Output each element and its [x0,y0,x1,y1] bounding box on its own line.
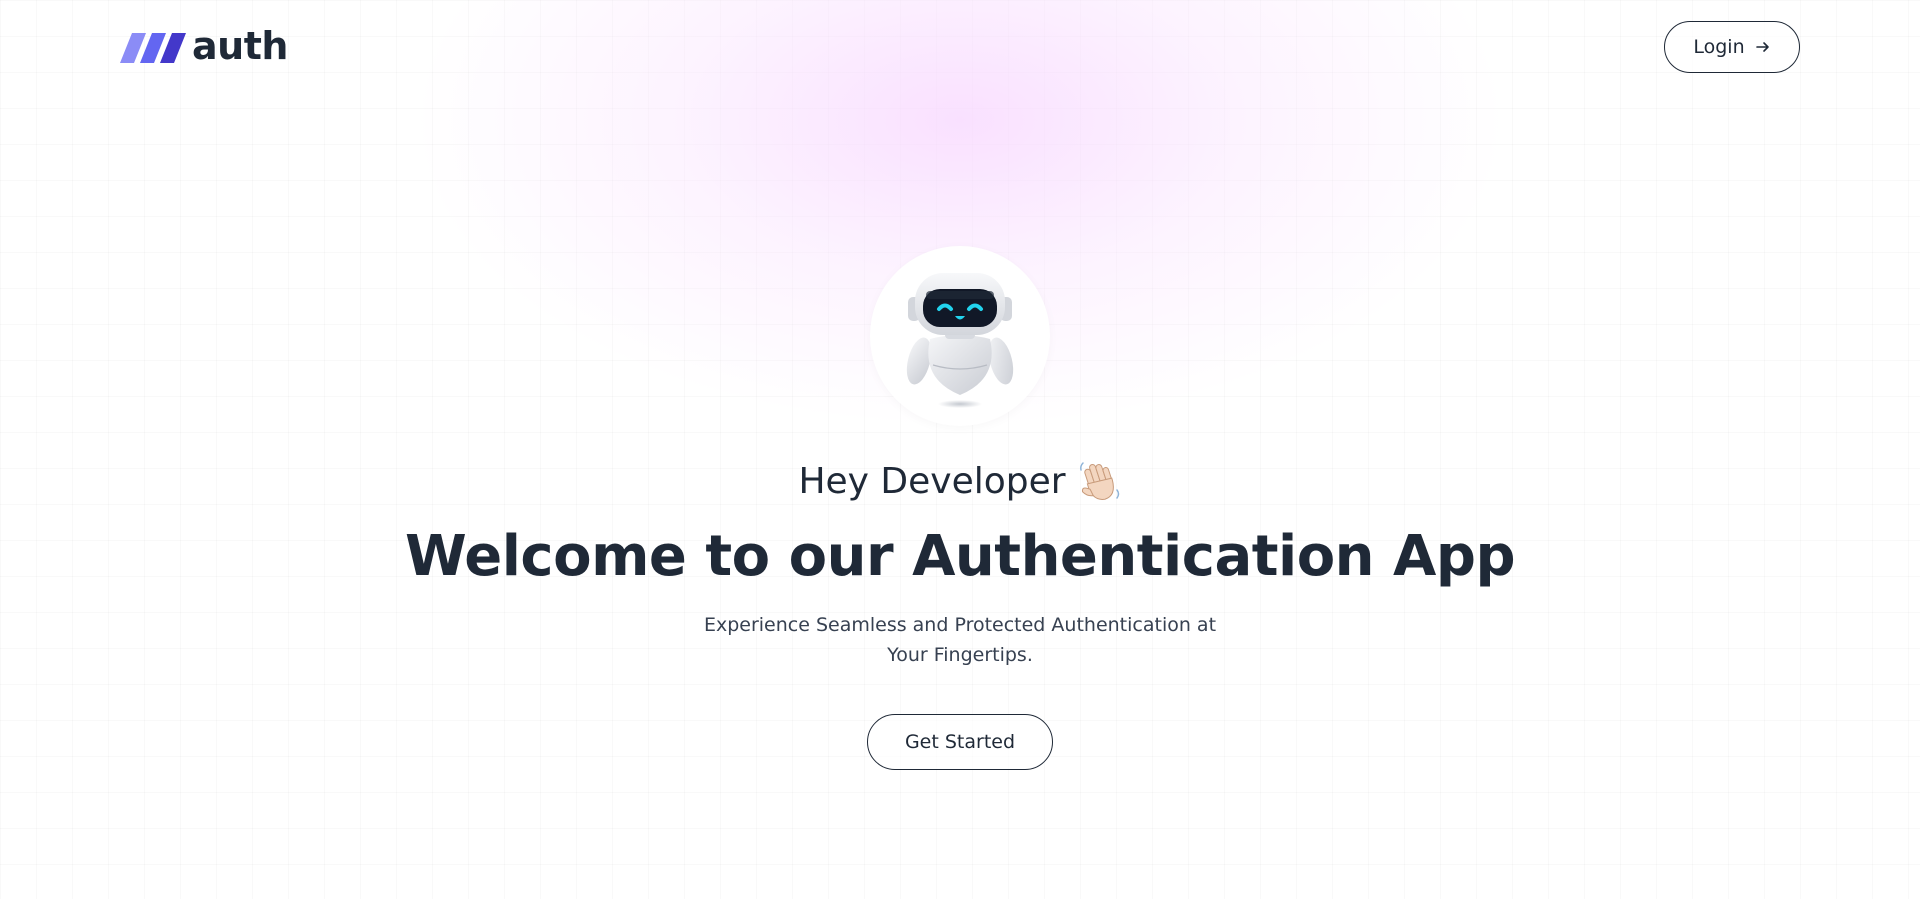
greeting: Hey Developer [798,460,1121,504]
robot-icon [906,273,1014,408]
greeting-text: Hey Developer [798,461,1066,502]
hero-section: Hey Developer Welcome to our Authenticat… [0,246,1920,770]
logo[interactable]: auth [120,24,288,68]
logo-stripes-icon [120,33,186,63]
arrow-right-icon [1755,42,1769,52]
logo-text: auth [192,24,288,68]
page-subtitle: Experience Seamless and Protected Authen… [703,614,1217,666]
waving-hand-icon [1079,462,1119,500]
avatar [870,246,1050,426]
navbar: auth Login [0,0,1920,96]
login-button[interactable]: Login [1664,21,1800,73]
get-started-label: Get Started [904,731,1016,753]
login-button-label: Login [1693,36,1745,58]
get-started-button[interactable]: Get Started [867,714,1053,770]
page-title: Welcome to our Authentication App [404,524,1516,589]
